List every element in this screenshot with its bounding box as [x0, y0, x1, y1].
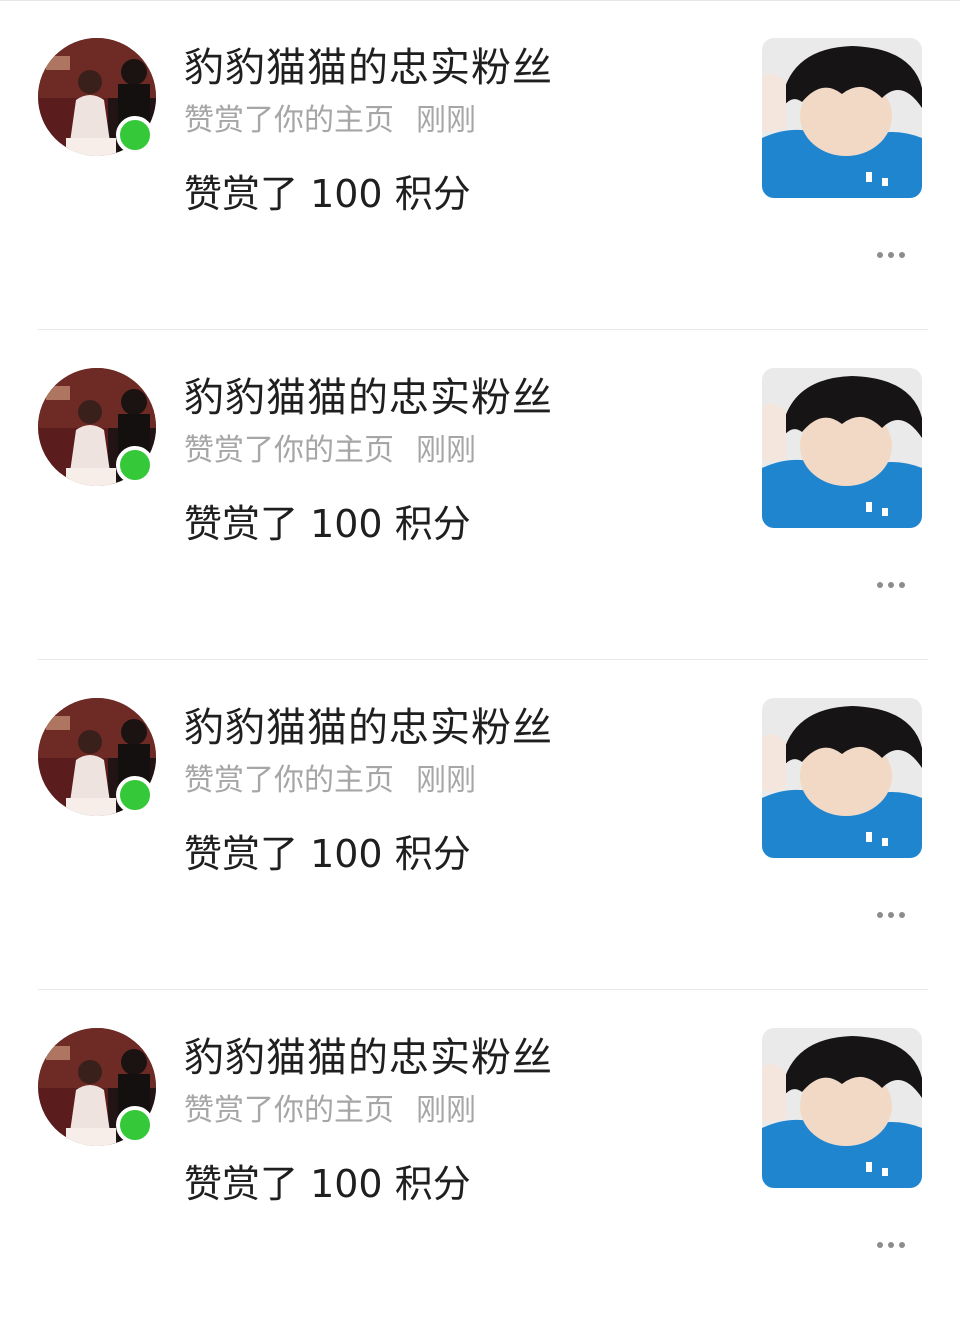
more-options-button[interactable]	[868, 238, 914, 272]
online-status-dot	[116, 1106, 154, 1144]
more-horizontal-icon	[888, 1242, 894, 1248]
sender-name[interactable]: 豹豹猫猫的忠实粉丝	[184, 38, 724, 98]
notification-text: 豹豹猫猫的忠实粉丝 赞赏了你的主页 刚刚 赞赏了 100 积分	[184, 1028, 724, 1212]
more-horizontal-icon	[877, 1242, 883, 1248]
thumbnail-photo	[762, 1028, 922, 1188]
online-status-dot	[116, 446, 154, 484]
notification-text: 豹豹猫猫的忠实粉丝 赞赏了你的主页 刚刚 赞赏了 100 积分	[184, 698, 724, 882]
timestamp: 刚刚	[416, 433, 476, 468]
notification-content: 赞赏了 100 积分	[184, 172, 471, 216]
sender-name[interactable]: 豹豹猫猫的忠实粉丝	[184, 1028, 724, 1088]
action-text: 赞赏了你的主页	[184, 103, 394, 138]
more-horizontal-icon	[888, 912, 894, 918]
more-horizontal-icon	[899, 912, 905, 918]
thumbnail-photo	[762, 698, 922, 858]
notification-text: 豹豹猫猫的忠实粉丝 赞赏了你的主页 刚刚 赞赏了 100 积分	[184, 368, 724, 552]
more-options-button[interactable]	[868, 568, 914, 602]
more-horizontal-icon	[899, 1242, 905, 1248]
notification-text: 豹豹猫猫的忠实粉丝 赞赏了你的主页 刚刚 赞赏了 100 积分	[184, 38, 724, 222]
action-text: 赞赏了你的主页	[184, 433, 394, 468]
notification-content: 赞赏了 100 积分	[184, 502, 471, 546]
more-horizontal-icon	[877, 252, 883, 258]
profile-thumbnail[interactable]	[762, 1028, 922, 1188]
timestamp: 刚刚	[416, 103, 476, 138]
profile-thumbnail[interactable]	[762, 368, 922, 528]
more-options-button[interactable]	[868, 1228, 914, 1262]
sender-name[interactable]: 豹豹猫猫的忠实粉丝	[184, 698, 724, 758]
action-text: 赞赏了你的主页	[184, 1093, 394, 1128]
thumbnail-photo	[762, 368, 922, 528]
notification-meta: 赞赏了你的主页 刚刚	[184, 426, 724, 476]
more-options-button[interactable]	[868, 898, 914, 932]
notification-item[interactable]: 豹豹猫猫的忠实粉丝 赞赏了你的主页 刚刚 赞赏了 100 积分	[0, 0, 960, 330]
profile-thumbnail[interactable]	[762, 698, 922, 858]
timestamp: 刚刚	[416, 763, 476, 798]
profile-thumbnail[interactable]	[762, 38, 922, 198]
notification-meta: 赞赏了你的主页 刚刚	[184, 756, 724, 806]
notification-item[interactable]: 豹豹猫猫的忠实粉丝 赞赏了你的主页 刚刚 赞赏了 100 积分	[0, 660, 960, 990]
notification-item[interactable]: 豹豹猫猫的忠实粉丝 赞赏了你的主页 刚刚 赞赏了 100 积分	[0, 990, 960, 1320]
more-horizontal-icon	[888, 582, 894, 588]
more-horizontal-icon	[899, 252, 905, 258]
sender-name[interactable]: 豹豹猫猫的忠实粉丝	[184, 368, 724, 428]
online-status-dot	[116, 776, 154, 814]
notification-content: 赞赏了 100 积分	[184, 1162, 471, 1206]
thumbnail-photo	[762, 38, 922, 198]
more-horizontal-icon	[877, 912, 883, 918]
timestamp: 刚刚	[416, 1093, 476, 1128]
notification-list: 豹豹猫猫的忠实粉丝 赞赏了你的主页 刚刚 赞赏了 100 积分 豹豹猫猫的忠实粉…	[0, 0, 960, 1320]
more-horizontal-icon	[899, 582, 905, 588]
notification-meta: 赞赏了你的主页 刚刚	[184, 96, 724, 146]
online-status-dot	[116, 116, 154, 154]
more-horizontal-icon	[888, 252, 894, 258]
notification-item[interactable]: 豹豹猫猫的忠实粉丝 赞赏了你的主页 刚刚 赞赏了 100 积分	[0, 330, 960, 660]
action-text: 赞赏了你的主页	[184, 763, 394, 798]
notification-content: 赞赏了 100 积分	[184, 832, 471, 876]
more-horizontal-icon	[877, 582, 883, 588]
notification-meta: 赞赏了你的主页 刚刚	[184, 1086, 724, 1136]
